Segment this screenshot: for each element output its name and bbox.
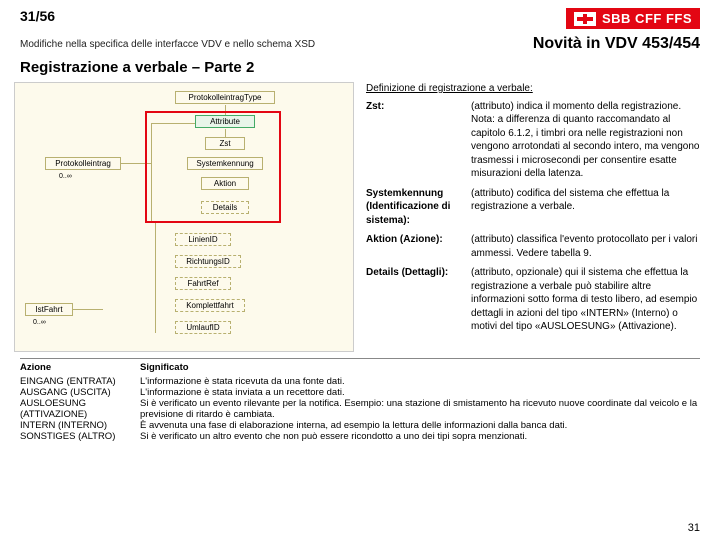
td-b: L'informazione è stata ricevuta da una f… [140, 376, 700, 387]
td-b: L'informazione è stata inviata a un rece… [140, 387, 700, 398]
xsd-diagram: ProtokolleintragType Attribute Zst Syste… [14, 82, 354, 352]
section-title: Registrazione a verbale – Parte 2 [0, 55, 720, 82]
d-komplett: Komplettfahrt [175, 299, 245, 312]
def-term: Systemkennung (Identificazione di sistem… [366, 187, 471, 228]
def-term: Details (Dettagli): [366, 266, 471, 334]
actions-table: AzioneSignificato EINGANG (ENTRATA)L'inf… [0, 352, 720, 442]
td-a: AUSLOESUNG (ATTIVAZIONE) [20, 398, 140, 420]
d-zero: 0..∞ [59, 173, 72, 180]
def-term: Zst: [366, 100, 471, 181]
td-a: SONSTIGES (ALTRO) [20, 431, 140, 442]
d-fahrt: FahrtRef [175, 277, 231, 290]
td-a: AUSGANG (USCITA) [20, 387, 140, 398]
def-row: Details (Dettagli):(attributo, opzionale… [366, 266, 706, 334]
def-term: Aktion (Azione): [366, 233, 471, 260]
def-row: Systemkennung (Identificazione di sistem… [366, 187, 706, 228]
th-meaning: Significato [140, 362, 700, 373]
td-b: Si è verificato un evento rilevante per … [140, 398, 700, 420]
d-proto: Protokolleintrag [45, 157, 121, 170]
td-a: EINGANG (ENTRATA) [20, 376, 140, 387]
d-linien: LinienID [175, 233, 231, 246]
logo-text: SBB CFF FFS [602, 11, 692, 26]
td-a: INTERN (INTERNO) [20, 420, 140, 431]
def-desc: (attributo) indica il momento della regi… [471, 100, 706, 181]
d-richt: RichtungsID [175, 255, 241, 268]
def-desc: (attributo) classifica l'evento protocol… [471, 233, 706, 260]
th-action: Azione [20, 362, 140, 373]
slide-counter: 31/56 [20, 8, 55, 24]
def-title: Definizione di registrazione a verbale: [366, 82, 706, 96]
def-row: Aktion (Azione):(attributo) classifica l… [366, 233, 706, 260]
red-highlight [145, 111, 281, 223]
page-number: 31 [688, 522, 700, 534]
td-b: Si è verificato un altro evento che non … [140, 431, 700, 442]
td-b: È avvenuta una fase di elaborazione inte… [140, 420, 700, 431]
title-right: Novità in VDV 453/454 [533, 35, 700, 53]
definitions: Definizione di registrazione a verbale: … [366, 82, 706, 352]
subtitle: Modifiche nella specifica delle interfac… [20, 39, 315, 50]
d-zero2: 0..∞ [33, 319, 46, 326]
d-umlauf: UmlaufID [175, 321, 231, 334]
def-desc: (attributo, opzionale) qui il sistema ch… [471, 266, 706, 334]
d-root: ProtokolleintragType [175, 91, 275, 104]
sbb-cross-icon [574, 12, 596, 26]
def-row: Zst:(attributo) indica il momento della … [366, 100, 706, 181]
d-istfahrt: IstFahrt [25, 303, 73, 316]
sbb-logo: SBB CFF FFS [566, 8, 700, 29]
def-desc: (attributo) codifica del sistema che eff… [471, 187, 706, 228]
